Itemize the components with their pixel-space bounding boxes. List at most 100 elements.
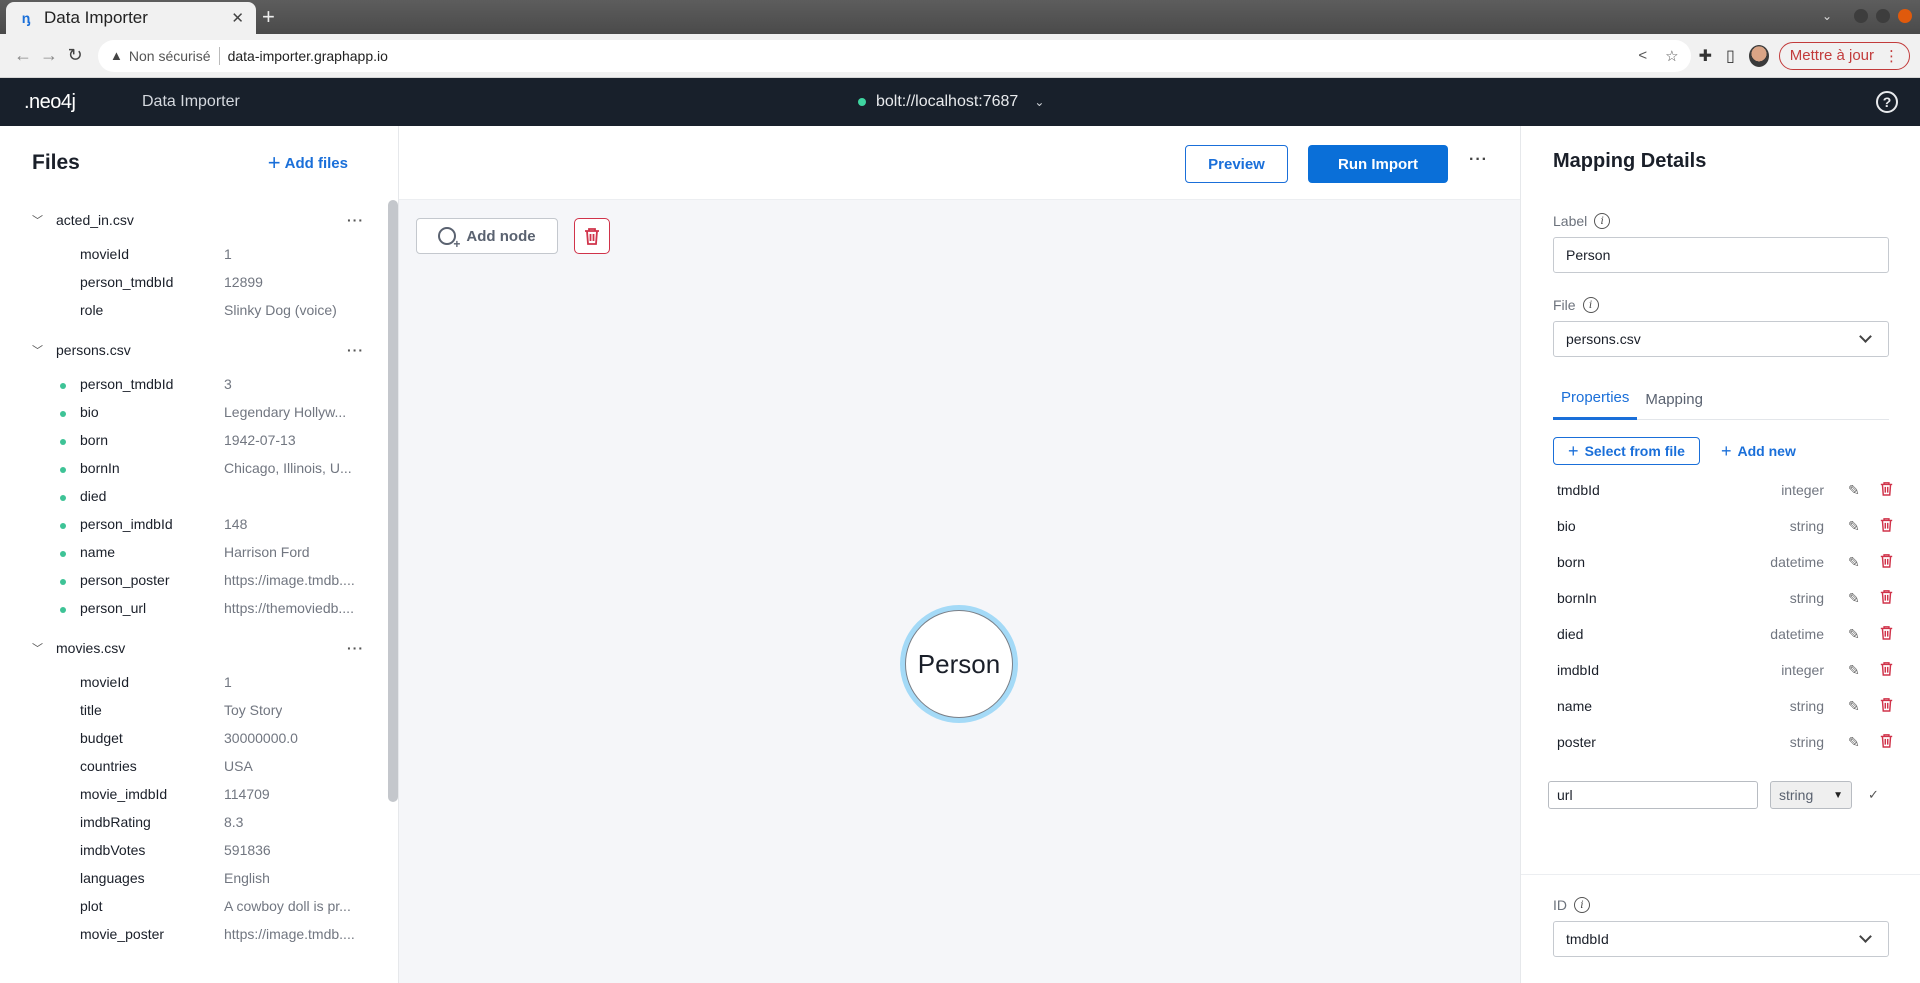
file-select-value: persons.csv bbox=[1566, 331, 1641, 347]
column-sample-value: https://themoviedb.... bbox=[224, 600, 354, 616]
trash-icon[interactable] bbox=[1880, 553, 1893, 571]
update-label: Mettre à jour bbox=[1789, 47, 1874, 64]
minimize-button[interactable] bbox=[1854, 9, 1868, 23]
close-tab-icon[interactable]: ✕ bbox=[231, 9, 244, 27]
select-from-file-label: Select from file bbox=[1584, 443, 1685, 459]
url-text[interactable]: data-importer.graphapp.io bbox=[228, 48, 1621, 64]
add-node-button[interactable]: Add node bbox=[416, 218, 558, 254]
file-header[interactable]: ﹀ persons.csv ··· bbox=[32, 330, 368, 370]
column-name: bio bbox=[80, 404, 99, 420]
trash-icon[interactable] bbox=[1880, 661, 1893, 679]
sidebar-scrollbar[interactable] bbox=[388, 200, 398, 802]
chevron-down-icon[interactable]: ﹀ bbox=[32, 640, 56, 656]
property-type: string bbox=[1789, 698, 1824, 714]
help-icon[interactable]: ? bbox=[1876, 91, 1898, 113]
edit-pencil-icon[interactable]: ✎ bbox=[1848, 662, 1880, 679]
id-select[interactable]: tmdbId bbox=[1553, 921, 1889, 957]
run-import-button[interactable]: Run Import bbox=[1308, 145, 1448, 183]
side-panel-icon[interactable]: ▯ bbox=[1726, 46, 1735, 66]
property-type-select[interactable]: string ▼ bbox=[1770, 781, 1852, 809]
delete-button[interactable] bbox=[574, 218, 610, 254]
tab-mapping[interactable]: Mapping bbox=[1637, 378, 1711, 420]
file-header[interactable]: ﹀ acted_in.csv ··· bbox=[32, 200, 368, 240]
kebab-menu-icon[interactable]: ⋮ bbox=[1884, 47, 1899, 65]
tab-search-chevron-icon[interactable]: ⌄ bbox=[1822, 9, 1832, 23]
property-name: name bbox=[1557, 698, 1593, 714]
id-field-text: ID bbox=[1553, 897, 1567, 913]
confirm-check-icon[interactable]: ✓ bbox=[1868, 787, 1879, 803]
edit-pencil-icon[interactable]: ✎ bbox=[1848, 698, 1880, 715]
address-bar[interactable]: ▲ Non sécurisé data-importer.graphapp.io… bbox=[98, 39, 1691, 72]
trash-icon[interactable] bbox=[1880, 733, 1893, 751]
property-name: tmdbId bbox=[1557, 482, 1600, 498]
file-options-icon[interactable]: ··· bbox=[347, 342, 368, 358]
connection-selector[interactable]: bolt://localhost:7687 ⌄ bbox=[858, 78, 1044, 126]
file-options-icon[interactable]: ··· bbox=[347, 640, 368, 656]
edit-pencil-icon[interactable]: ✎ bbox=[1848, 482, 1880, 499]
property-row: tmdbId integer ✎ bbox=[1557, 472, 1893, 508]
chevron-down-icon[interactable]: ﹀ bbox=[32, 212, 56, 228]
file-options-icon[interactable]: ··· bbox=[347, 212, 368, 228]
select-from-file-button[interactable]: + Select from file bbox=[1553, 437, 1700, 465]
warning-icon: ▲ bbox=[110, 48, 123, 63]
update-browser-button[interactable]: Mettre à jour ⋮ bbox=[1778, 41, 1910, 70]
file-column-row: bio Legendary Hollyw... bbox=[32, 398, 368, 426]
mapping-tabs: Properties Mapping bbox=[1553, 378, 1889, 420]
maximize-button[interactable] bbox=[1876, 9, 1890, 23]
edit-pencil-icon[interactable]: ✎ bbox=[1848, 554, 1880, 571]
column-name: imdbVotes bbox=[80, 842, 146, 858]
edit-pencil-icon[interactable]: ✎ bbox=[1848, 590, 1880, 607]
profile-avatar[interactable] bbox=[1748, 44, 1769, 67]
trash-icon[interactable] bbox=[1880, 589, 1893, 607]
label-input[interactable]: Person bbox=[1553, 237, 1889, 273]
edit-pencil-icon[interactable]: ✎ bbox=[1848, 626, 1880, 643]
add-files-button[interactable]: + Add files bbox=[268, 150, 366, 176]
column-sample-value: 591836 bbox=[224, 842, 271, 858]
file-header[interactable]: ﹀ movies.csv ··· bbox=[32, 628, 368, 668]
graph-node-person[interactable]: Person bbox=[905, 610, 1013, 718]
forward-icon[interactable]: → bbox=[36, 45, 62, 66]
file-select[interactable]: persons.csv bbox=[1553, 321, 1889, 357]
trash-icon[interactable] bbox=[1880, 625, 1893, 643]
chevron-down-icon[interactable]: ﹀ bbox=[32, 342, 56, 358]
close-window-button[interactable] bbox=[1898, 9, 1912, 23]
edit-pencil-icon[interactable]: ✎ bbox=[1848, 734, 1880, 751]
tab-properties[interactable]: Properties bbox=[1553, 378, 1638, 420]
info-icon[interactable]: i bbox=[1594, 213, 1611, 229]
property-list: tmdbId integer ✎ bio string ✎ born datetime ✎ bor… bbox=[1557, 472, 1893, 760]
preview-button[interactable]: Preview bbox=[1185, 145, 1288, 183]
property-name: bio bbox=[1557, 518, 1576, 534]
file-column-row: imdbRating 8.3 bbox=[32, 808, 368, 836]
mapped-indicator bbox=[32, 544, 80, 560]
property-name-input[interactable]: url bbox=[1548, 781, 1758, 809]
extensions-puzzle-icon[interactable]: ✚ bbox=[1699, 46, 1712, 66]
file-column-row: countries USA bbox=[32, 752, 368, 780]
mapped-indicator bbox=[32, 460, 80, 476]
info-icon[interactable]: i bbox=[1582, 297, 1599, 313]
property-type: string bbox=[1789, 590, 1824, 606]
reload-icon[interactable]: ↻ bbox=[62, 45, 88, 66]
plus-icon: + bbox=[267, 150, 281, 175]
share-icon[interactable]: < bbox=[1638, 47, 1647, 64]
edit-pencil-icon[interactable]: ✎ bbox=[1848, 518, 1880, 535]
info-icon[interactable]: i bbox=[1574, 897, 1590, 913]
more-options-icon[interactable]: ··· bbox=[1469, 151, 1488, 169]
trash-icon[interactable] bbox=[1880, 481, 1893, 499]
bookmark-star-icon[interactable]: ☆ bbox=[1665, 47, 1678, 65]
plus-icon: + bbox=[1721, 440, 1732, 461]
graph-canvas[interactable]: Add node Person bbox=[399, 200, 1520, 983]
column-sample-value: Harrison Ford bbox=[224, 544, 310, 560]
column-name: movieId bbox=[80, 674, 130, 690]
trash-icon[interactable] bbox=[1880, 697, 1893, 715]
label-field-text: Label bbox=[1553, 213, 1588, 229]
add-new-property-button[interactable]: + Add new bbox=[1721, 437, 1796, 465]
new-tab-button[interactable]: + bbox=[262, 4, 275, 30]
column-sample-value: 1 bbox=[224, 246, 232, 262]
back-icon[interactable]: ← bbox=[10, 45, 36, 66]
browser-tab[interactable]: ᶇ Data Importer ✕ bbox=[6, 2, 256, 34]
window-controls: ⌄ bbox=[1822, 9, 1912, 23]
property-edit-row: url string ▼ ✓ bbox=[1548, 780, 1894, 810]
file-name: persons.csv bbox=[56, 342, 131, 358]
column-name: budget bbox=[80, 730, 123, 746]
trash-icon[interactable] bbox=[1880, 517, 1893, 535]
